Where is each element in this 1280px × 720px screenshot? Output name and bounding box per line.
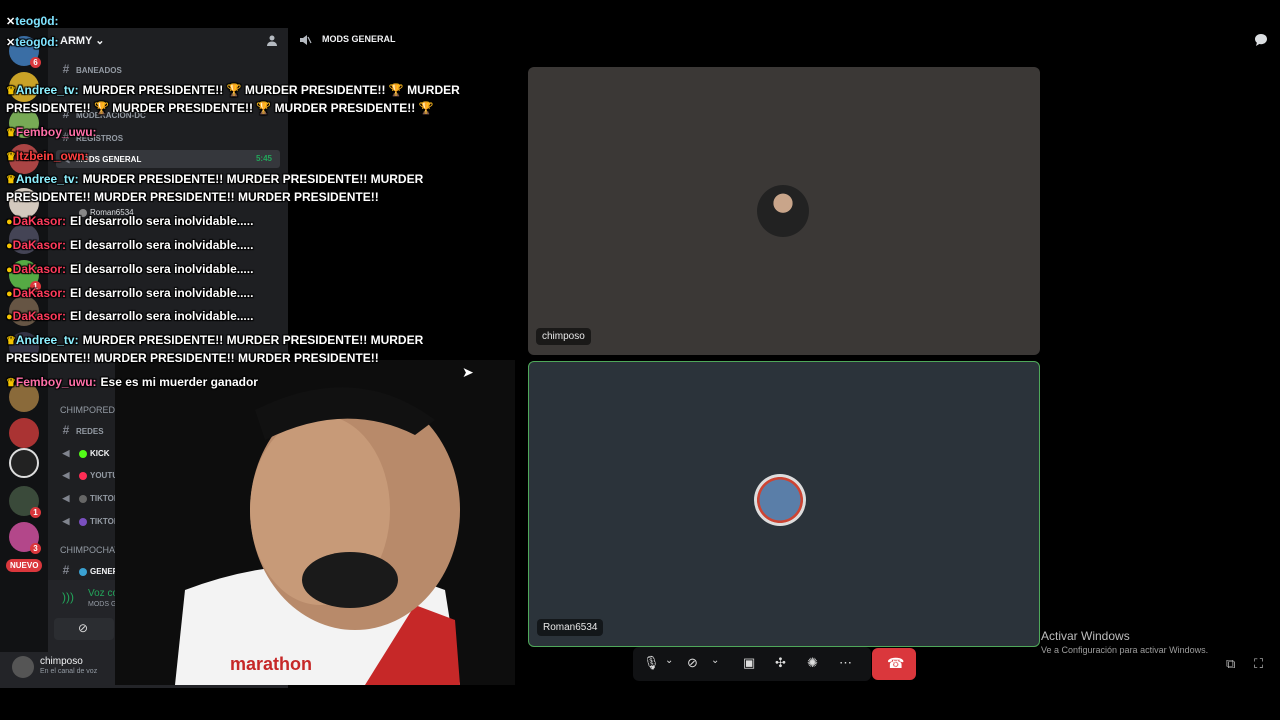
tile-label: Roman6534 [537,619,604,636]
avatar [754,474,806,526]
tile-label: chimposo [536,328,591,345]
badge-icon: ● [6,216,13,228]
chevron-down-icon[interactable]: ⌄ [665,655,683,673]
speaker-icon: ◀ [62,470,70,480]
chat-message-continuation: PRESIDENTE!! MURDER PRESIDENTE!! MURDER … [6,351,379,365]
activate-windows-subtitle: Ve a Configuración para activar Windows. [1041,645,1209,655]
chat-message: ♛Femboy_uwu: Ese es mi muerder ganador [6,375,258,389]
video-tile-roman6534[interactable]: Roman6534 [528,361,1040,647]
activities-icon[interactable]: ✣ [775,655,793,673]
chat-message: ✕teog0d: [6,35,59,49]
camera-off-icon[interactable]: ⊘ [687,655,705,673]
soundboard-icon[interactable]: ✺ [807,655,825,673]
crown-icon: ♛ [6,151,16,163]
disconnect-button[interactable]: ☎ [872,648,916,680]
camera-off-button[interactable]: ⊘ [54,618,114,640]
camera-off-icon: ⊘ [78,621,89,635]
crown-icon: ♛ [6,127,16,139]
fullscreen-icon[interactable]: ⛶ [1254,656,1263,672]
shirt-brand: marathon [230,654,312,674]
chat-message-continuation: PRESIDENTE!! MURDER PRESIDENTE!! MURDER … [6,190,379,204]
chat-message: ♛Andree_tv: MURDER PRESIDENTE!! MURDER PR… [6,172,424,186]
server-icon[interactable] [9,418,39,448]
badge-icon: ● [6,240,13,252]
webcam-overlay: marathon [115,360,515,685]
signal-icon: ))) [62,590,74,604]
crown-icon: ✕ [6,16,16,28]
chat-message: ●DaKasor: El desarrollo sera inolvidable.… [6,238,254,252]
crown-icon: ♛ [6,174,16,186]
badge-icon: ● [6,288,13,300]
server-icon[interactable]: 3 [9,522,41,554]
crown-icon: ✕ [6,37,16,49]
hash-icon: # [62,423,70,437]
call-controls: 🎙 ⌄ ⊘ ⌄ ▣ ✣ ✺ ⋯ [633,647,871,681]
chevron-down-icon[interactable]: ⌄ [711,655,729,673]
server-icon[interactable]: 1 [9,486,41,518]
chat-message: ●DaKasor: El desarrollo sera inolvidable.… [6,309,254,323]
badge-icon: ● [6,264,13,276]
avatar[interactable] [12,656,34,678]
speaker-icon: ◀ [62,448,70,458]
speaker-icon: ◀ [62,516,70,526]
user-status: En el canal de voz [40,668,98,675]
crown-icon: ♛ [6,335,16,347]
badge-icon: ● [6,311,13,323]
chat-message-continuation: PRESIDENTE!! 🏆 MURDER PRESIDENTE!! 🏆 MUR… [6,101,434,115]
speaker-icon: ◀ [62,493,70,503]
chat-message: ●DaKasor: El desarrollo sera inolvidable.… [6,286,254,300]
chat-message: ♛Andree_tv: MURDER PRESIDENTE!! MURDER PR… [6,333,424,347]
popout-icon[interactable]: ⧉ [1226,656,1235,672]
chat-message: ●DaKasor: El desarrollo sera inolvidable.… [6,214,254,228]
new-badge: NUEVO [6,559,43,572]
more-icon[interactable]: ⋯ [839,655,857,673]
chat-message: ♛Itzbein_own: [6,149,89,163]
phone-hangup-icon: ☎ [887,655,905,671]
webcam-image: marathon [115,360,515,685]
server-icon[interactable] [9,448,39,478]
crown-icon: ♛ [6,85,16,97]
chat-message: ✕teog0d: [6,14,59,28]
activate-windows-title: Activar Windows [1041,629,1130,643]
chat-message: ♛Femboy_uwu: [6,125,97,139]
screen-share-icon[interactable]: ▣ [743,655,761,673]
user-name[interactable]: chimposo [40,656,83,667]
chat-message: ♛Andree_tv: MURDER PRESIDENTE!! 🏆 MURDER … [6,83,460,97]
chat-icon[interactable] [1254,33,1268,47]
video-tile-chimposo[interactable]: chimposo [528,67,1040,355]
crown-icon: ♛ [6,377,16,389]
stream-chat-overlay: ✕teog0d: ✕teog0d: ♛Andree_tv: MURDER PRES… [0,12,500,392]
chat-message: ●DaKasor: El desarrollo sera inolvidable.… [6,262,254,276]
avatar [757,185,809,237]
mouse-cursor-icon: ➤ [462,364,474,380]
hash-icon: # [62,563,70,577]
microphone-icon[interactable]: 🎙 [643,655,661,673]
